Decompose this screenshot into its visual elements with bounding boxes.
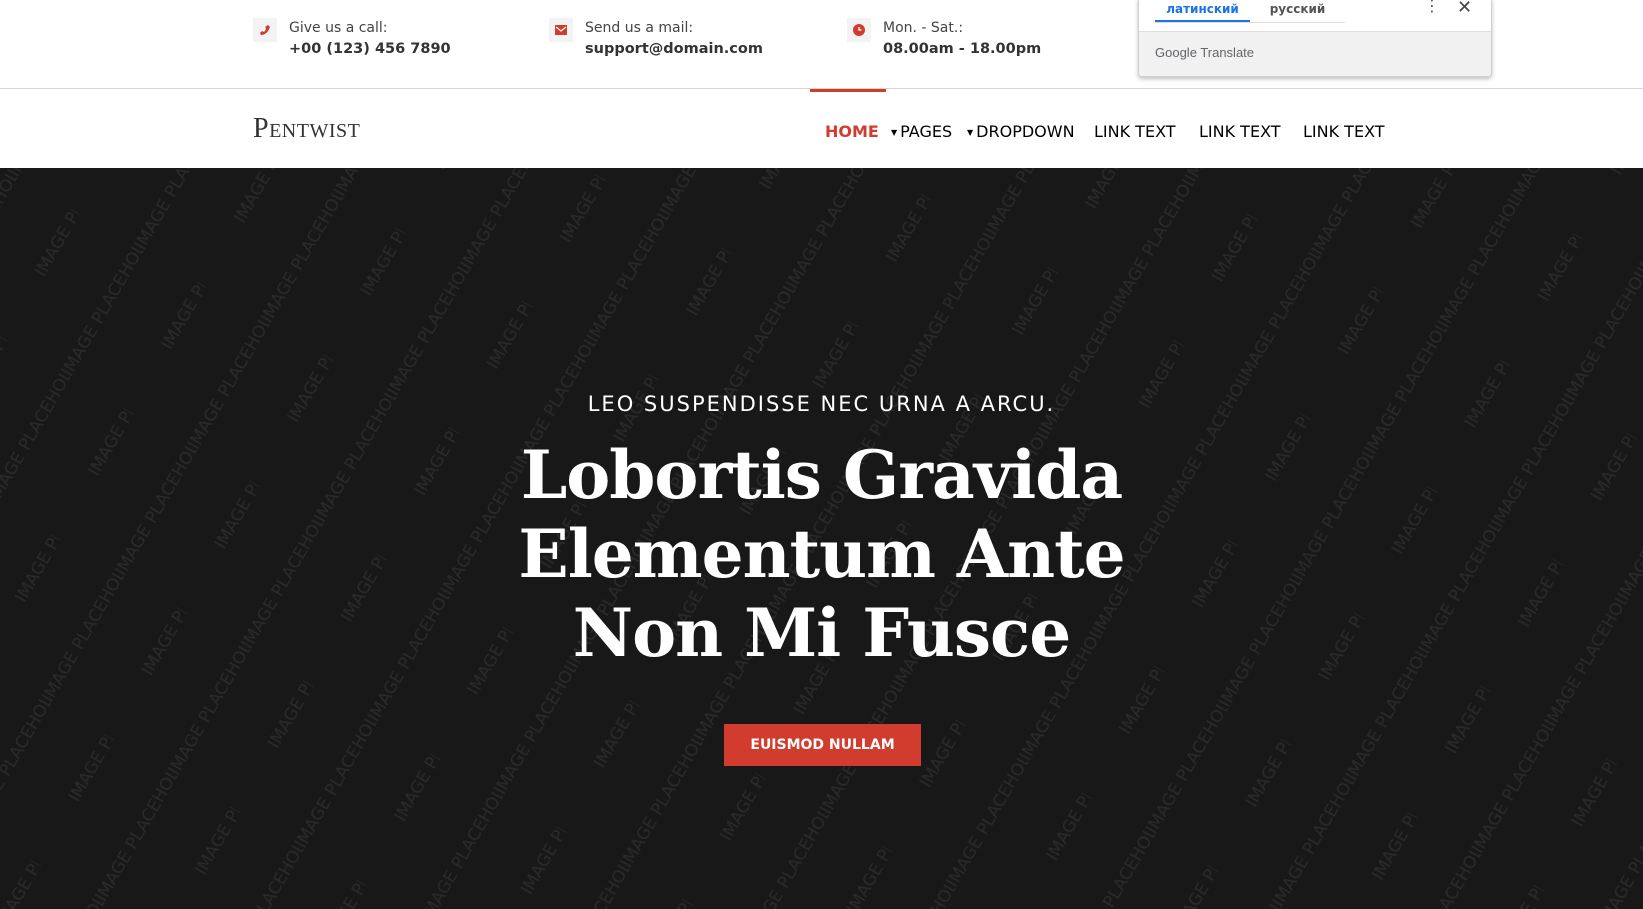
contact-value: 08.00am - 18.00pm xyxy=(883,41,1042,57)
tab-latin[interactable]: латинский xyxy=(1155,0,1250,22)
contact-label: Mon. - Sat.: xyxy=(883,20,964,36)
contact-mail: Send us a mail: support@domain.com xyxy=(549,18,763,60)
tab-russian[interactable]: русский xyxy=(1250,0,1345,22)
nav-link-2[interactable]: LINK TEXT xyxy=(1199,122,1281,141)
hero-title-line: Elementum Ante xyxy=(518,515,1125,593)
nav-home[interactable]: HOME xyxy=(825,122,879,141)
mail-icon xyxy=(549,18,573,42)
logo[interactable]: Pentwist xyxy=(253,113,360,145)
hero-title-line: Lobortis Gravida xyxy=(520,436,1123,514)
cta-button[interactable]: EUISMOD NULLAM xyxy=(724,724,921,766)
nav-link-1[interactable]: LINK TEXT xyxy=(1094,122,1176,141)
nav-pages[interactable]: ▼ PAGES xyxy=(891,122,952,141)
google-translate-popup: латинский русский ⋮ ✕ Google Translate xyxy=(1138,0,1492,77)
translate-branding: Google Translate xyxy=(1139,31,1491,76)
more-options-icon[interactable]: ⋮ xyxy=(1424,0,1440,14)
language-tabs: латинский русский xyxy=(1155,0,1345,23)
contact-value[interactable]: +00 (123) 456 7890 xyxy=(289,38,451,60)
hero-title-line: Non Mi Fusce xyxy=(572,594,1071,672)
contact-call: Give us a call: +00 (123) 456 7890 xyxy=(253,18,451,60)
close-icon[interactable]: ✕ xyxy=(1457,0,1472,18)
contact-value[interactable]: support@domain.com xyxy=(585,38,763,60)
nav-label: PAGES xyxy=(900,122,953,141)
google-logo: Google xyxy=(1155,45,1197,60)
hero-section: IMAGE PLACEHOLDER IMAGE PLACEHOLDER LEO … xyxy=(0,168,1643,909)
contact-label: Give us a call: xyxy=(289,20,388,36)
translate-label: Translate xyxy=(1200,45,1255,60)
clock-icon xyxy=(847,18,871,42)
caret-down-icon: ▼ xyxy=(891,128,898,137)
main-navbar: Pentwist HOME ▼ PAGES ▼ DROPDOWN LINK TEXT… xyxy=(0,89,1643,168)
nav-label: DROPDOWN xyxy=(976,122,1075,141)
contact-hours: Mon. - Sat.: 08.00am - 18.00pm xyxy=(847,18,1041,60)
hero-subtitle: LEO SUSPENDISSE NEC URNA A ARCU. xyxy=(587,392,1056,416)
nav-dropdown[interactable]: ▼ DROPDOWN xyxy=(967,122,1075,141)
active-indicator xyxy=(810,89,886,92)
caret-down-icon: ▼ xyxy=(967,128,974,137)
contact-label: Send us a mail: xyxy=(585,20,694,36)
phone-icon xyxy=(253,18,277,42)
hero-title: Lobortis Gravida Elementum Ante Non Mi F… xyxy=(0,436,1643,673)
nav-link-3[interactable]: LINK TEXT xyxy=(1303,122,1385,141)
